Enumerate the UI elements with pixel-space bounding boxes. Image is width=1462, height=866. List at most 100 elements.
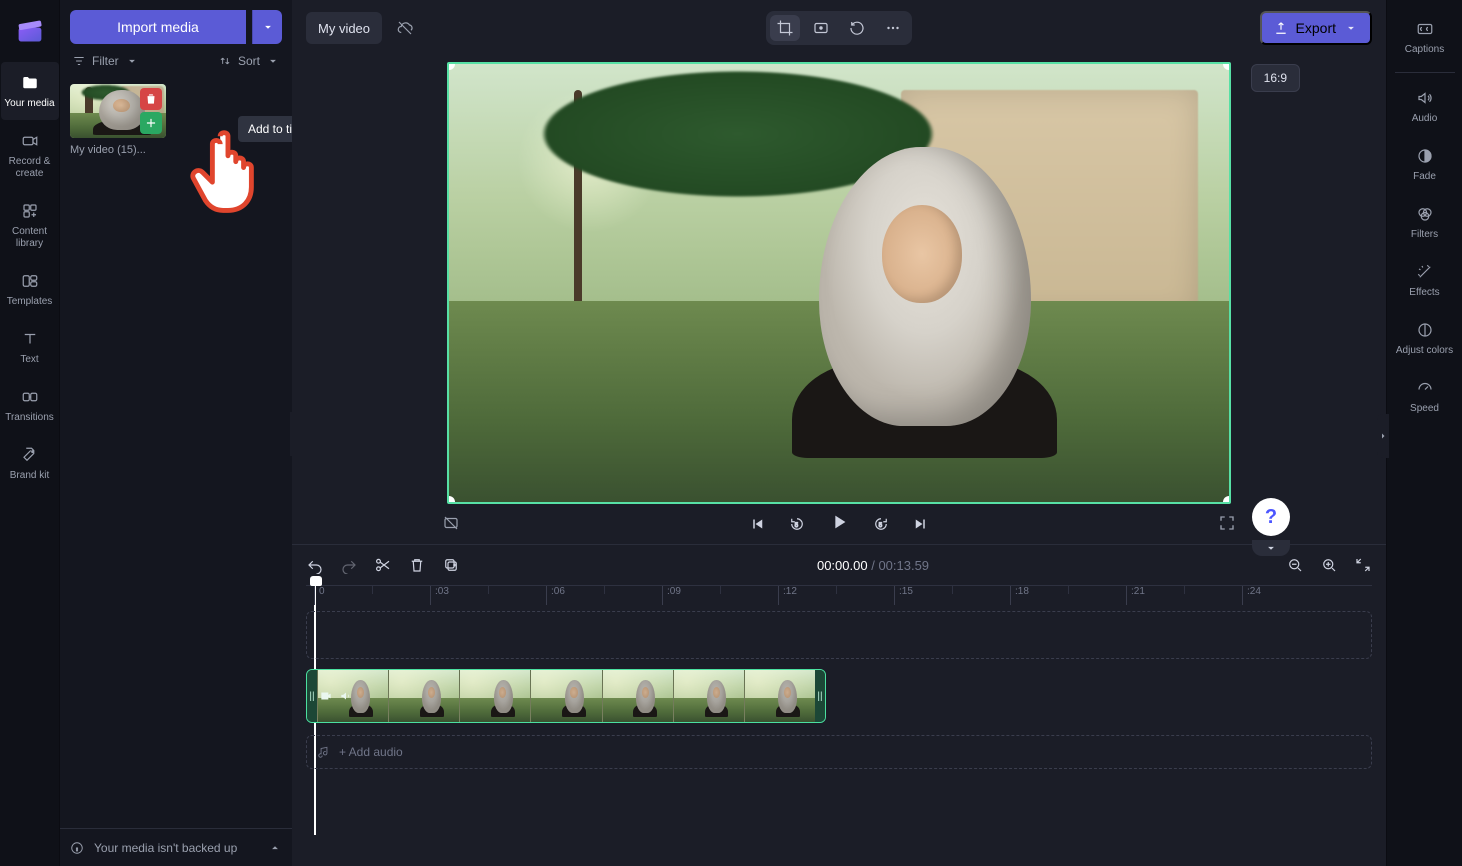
picture-off-icon [442, 514, 460, 532]
ruler-tick: 0 [314, 586, 325, 605]
filter-button[interactable]: Filter [72, 54, 139, 68]
brand-logo[interactable] [9, 10, 51, 52]
chevron-down-icon [125, 54, 139, 68]
trash-icon [144, 92, 158, 106]
export-button[interactable]: Export [1260, 11, 1372, 45]
ruler-minor-tick [952, 586, 953, 594]
ruler-minor-tick [604, 586, 605, 594]
redo-icon [340, 556, 358, 574]
add-audio-row[interactable]: + Add audio [306, 735, 1372, 769]
timeline-ruler[interactable]: 0:03:06:09:12:15:18:21:24 [306, 585, 1372, 605]
redo-button[interactable] [340, 556, 358, 574]
zoom-out-button[interactable] [1286, 556, 1304, 574]
track-dropzone[interactable] [306, 611, 1372, 659]
rail-audio[interactable]: Audio [1389, 77, 1461, 135]
media-thumbnail[interactable] [70, 84, 166, 138]
play-button[interactable] [828, 511, 850, 538]
ruler-tick: :15 [894, 586, 913, 605]
collapse-rail-button[interactable] [1377, 414, 1389, 458]
add-to-timeline-button[interactable] [140, 112, 162, 134]
sort-icon [218, 54, 232, 68]
video-clip[interactable]: My video (15).mp4 || || [306, 669, 826, 723]
camera-icon [19, 130, 41, 152]
rail-filters[interactable]: Filters [1389, 193, 1461, 251]
rail-label: Audio [1412, 113, 1438, 125]
skip-end-button[interactable] [912, 515, 930, 533]
export-label: Export [1296, 20, 1336, 36]
rail-adjust-colors[interactable]: Adjust colors [1389, 309, 1461, 367]
clip-badges [319, 689, 353, 703]
delete-media-button[interactable] [140, 88, 162, 110]
sort-label: Sort [238, 54, 260, 68]
rail-label: Captions [1405, 44, 1444, 56]
transitions-icon [19, 386, 41, 408]
undo-icon [306, 556, 324, 574]
rail-fade[interactable]: Fade [1389, 135, 1461, 193]
nav-transitions[interactable]: Transitions [1, 376, 59, 434]
more-button[interactable] [878, 15, 908, 41]
hide-controls-button[interactable] [442, 514, 460, 532]
nav-record-create[interactable]: Record & create [1, 120, 59, 190]
filters-icon [1414, 203, 1436, 225]
rail-captions[interactable]: Captions [1389, 8, 1461, 66]
undo-button[interactable] [306, 556, 324, 574]
nav-your-media[interactable]: Your media [1, 62, 59, 120]
skip-previous-icon [748, 515, 766, 533]
volume-icon [339, 689, 353, 703]
audio-icon [1414, 87, 1436, 109]
scissors-icon [374, 556, 392, 574]
forward-5-button[interactable]: 5 [872, 515, 890, 533]
filter-label: Filter [92, 54, 119, 68]
duplicate-button[interactable] [442, 556, 460, 574]
project-title[interactable]: My video [306, 12, 382, 44]
right-rail: Captions Audio Fade Filters Effects Adju… [1386, 0, 1462, 866]
nav-text[interactable]: Text [1, 318, 59, 376]
import-media-button[interactable]: Import media [70, 10, 246, 44]
more-horizontal-icon [884, 19, 902, 37]
preview-image [449, 64, 1229, 502]
preview-canvas[interactable] [447, 62, 1231, 504]
fit-timeline-button[interactable] [1354, 556, 1372, 574]
clip-trim-right[interactable]: || [815, 670, 825, 722]
forward-5-icon: 5 [872, 515, 890, 533]
rotate-button[interactable] [842, 15, 872, 41]
chevron-down-icon [261, 20, 275, 34]
nav-templates[interactable]: Templates [1, 260, 59, 318]
rewind-5-button[interactable]: 5 [788, 515, 806, 533]
split-button[interactable] [374, 556, 392, 574]
rail-speed[interactable]: Speed [1389, 367, 1461, 425]
clip-frames [317, 670, 815, 722]
ruler-minor-tick [1068, 586, 1069, 594]
ruler-minor-tick [488, 586, 489, 594]
import-media-caret[interactable] [252, 10, 282, 44]
cloud-off-button[interactable] [392, 12, 418, 44]
chevron-right-icon [1377, 429, 1389, 443]
skip-start-button[interactable] [748, 515, 766, 533]
folder-icon [19, 72, 41, 94]
fit-button[interactable] [806, 15, 836, 41]
left-nav: Your media Record & create Content libra… [0, 0, 60, 866]
crop-button[interactable] [770, 15, 800, 41]
nav-label: Templates [7, 296, 53, 308]
help-button[interactable]: ? [1252, 498, 1290, 536]
sort-button[interactable]: Sort [218, 54, 280, 68]
effects-icon [1414, 261, 1436, 283]
panel-footer[interactable]: Your media isn't backed up [60, 828, 292, 866]
rail-effects[interactable]: Effects [1389, 251, 1461, 309]
rail-toggle-chevron[interactable] [1252, 540, 1290, 556]
zoom-in-button[interactable] [1320, 556, 1338, 574]
delete-button[interactable] [408, 556, 426, 574]
rail-label: Speed [1410, 403, 1439, 415]
timeline: 00:00.00 / 00:13.59 0:03:06:09:12:15:18:… [292, 544, 1386, 866]
play-icon [828, 511, 850, 533]
resize-handle-br[interactable] [1223, 496, 1231, 504]
captions-icon [1414, 18, 1436, 40]
fullscreen-icon [1218, 514, 1236, 532]
nav-label: Record & create [3, 156, 57, 180]
nav-content-library[interactable]: Content library [1, 190, 59, 260]
rewind-5-icon: 5 [788, 515, 806, 533]
skip-next-icon [912, 515, 930, 533]
nav-brand-kit[interactable]: Brand kit [1, 434, 59, 492]
clip-trim-left[interactable]: || [307, 670, 317, 722]
fullscreen-button[interactable] [1218, 514, 1236, 532]
